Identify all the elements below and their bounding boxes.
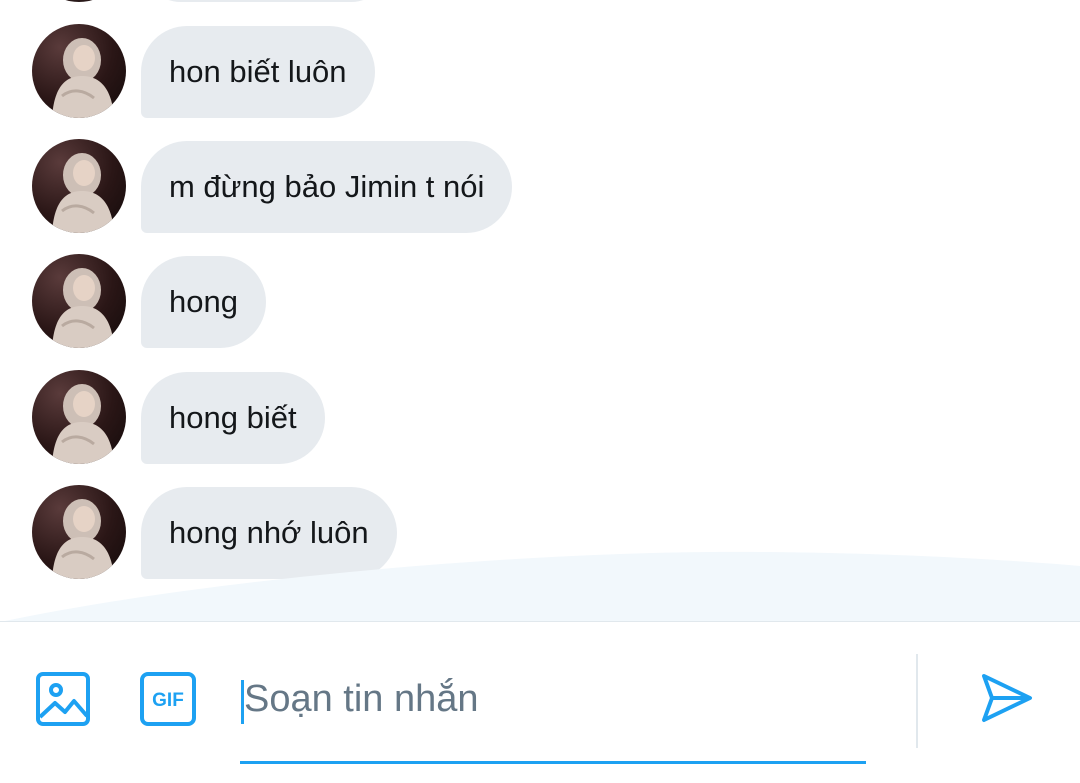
add-gif-button[interactable]: GIF <box>138 670 198 728</box>
gif-icon: GIF <box>140 672 196 726</box>
message-input-wrapper <box>240 662 866 764</box>
message-bubble[interactable]: m đừng bảo Jimin t nói <box>141 141 513 233</box>
composer-divider <box>916 654 918 748</box>
message-row: hon biết luôn <box>0 24 1080 118</box>
message-bubble-clipped <box>141 0 391 2</box>
send-button[interactable] <box>976 668 1036 728</box>
message-bubble[interactable]: hong nhớ luôn <box>141 487 397 579</box>
image-icon <box>36 672 90 726</box>
message-bubble[interactable]: hon biết luôn <box>141 26 375 118</box>
avatar[interactable] <box>32 370 126 464</box>
message-bubble[interactable]: hong <box>141 256 266 348</box>
message-text: hon biết luôn <box>169 54 347 89</box>
avatar[interactable] <box>32 0 126 2</box>
message-composer: GIF <box>0 621 1080 783</box>
message-row: hong nhớ luôn <box>0 485 1080 579</box>
avatar[interactable] <box>32 485 126 579</box>
send-icon <box>982 674 1032 722</box>
add-media-button[interactable] <box>34 670 92 728</box>
message-text: hong biết <box>169 400 297 435</box>
text-cursor <box>241 680 244 724</box>
dm-conversation-screen: hon biết luôn m đừng bảo Jimin t nói hon… <box>0 0 1080 783</box>
avatar[interactable] <box>32 139 126 233</box>
message-text: m đừng bảo Jimin t nói <box>169 169 485 204</box>
message-text: hong <box>169 284 238 319</box>
avatar[interactable] <box>32 24 126 118</box>
message-row: hong biết <box>0 370 1080 464</box>
message-row: m đừng bảo Jimin t nói <box>0 139 1080 233</box>
message-text: hong nhớ luôn <box>169 515 369 550</box>
avatar[interactable] <box>32 254 126 348</box>
message-list[interactable]: hon biết luôn m đừng bảo Jimin t nói hon… <box>0 0 1080 622</box>
svg-text:GIF: GIF <box>152 690 184 711</box>
message-bubble[interactable]: hong biết <box>141 372 325 464</box>
message-input[interactable] <box>240 662 864 736</box>
message-row: hong <box>0 254 1080 348</box>
